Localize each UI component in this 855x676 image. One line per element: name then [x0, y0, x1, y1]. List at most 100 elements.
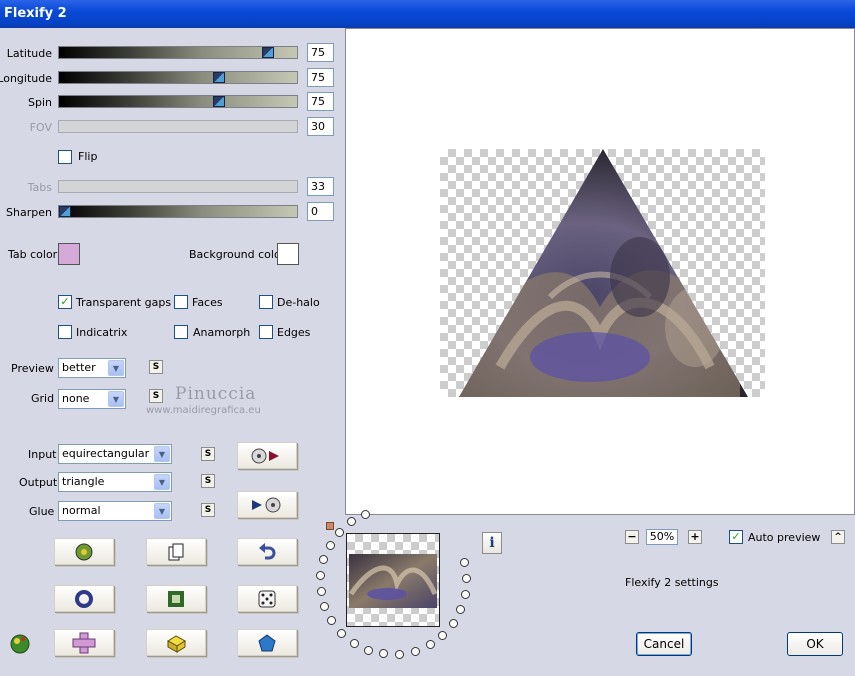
tab-color-swatch[interactable] [58, 243, 80, 265]
zoom-out-button[interactable]: − [625, 530, 639, 544]
preview-quality-select[interactable]: better ▼ [58, 358, 126, 378]
background-color-label: Background color [189, 248, 286, 261]
sharpen-slider[interactable] [58, 205, 298, 218]
navigator-corner-marker[interactable] [326, 522, 334, 530]
arrow-disc-icon [252, 497, 281, 512]
navigator-dot[interactable] [456, 605, 465, 614]
collapse-button[interactable]: ^ [831, 530, 845, 544]
square-button[interactable] [146, 585, 206, 612]
fov-slider [58, 120, 298, 133]
fov-label: FOV [29, 121, 52, 134]
glue-s-button[interactable]: S [201, 503, 215, 517]
navigator-dot[interactable] [411, 647, 420, 656]
latitude-value-field[interactable]: 75 [307, 43, 334, 62]
output-s-button[interactable]: S [201, 474, 215, 488]
navigator-dot[interactable] [438, 631, 447, 640]
input-label: Input [28, 448, 57, 461]
navigator-dot[interactable] [326, 541, 335, 550]
output-select[interactable]: triangle ▼ [58, 472, 172, 492]
square-icon [168, 590, 184, 607]
spin-value-field[interactable]: 75 [307, 92, 334, 111]
output-value: triangle [62, 475, 105, 488]
navigator-dot[interactable] [449, 619, 458, 628]
navigator-dot[interactable] [347, 517, 356, 526]
longitude-slider[interactable] [58, 71, 298, 84]
anamorph-checkbox[interactable] [174, 325, 188, 339]
navigator-dot[interactable] [462, 574, 471, 583]
sharpen-slider-thumb[interactable] [59, 206, 71, 217]
indicatrix-checkbox[interactable] [58, 325, 72, 339]
glue-value: normal [62, 504, 101, 517]
chevron-down-icon: ▼ [154, 503, 170, 519]
chevron-down-icon: ▼ [108, 360, 124, 376]
random-button[interactable] [54, 538, 114, 565]
flip-checkbox[interactable] [58, 150, 72, 164]
spin-slider-thumb[interactable] [213, 96, 225, 107]
tab-color-label: Tab color [8, 248, 58, 261]
ok-button[interactable]: OK [787, 632, 843, 656]
navigator-dot[interactable] [364, 646, 373, 655]
navigator-dot[interactable] [337, 629, 346, 638]
zoom-level[interactable]: 50% [646, 529, 678, 545]
pentagon-icon [258, 633, 276, 651]
cross-button[interactable] [54, 629, 114, 656]
longitude-label: Longitude [0, 72, 52, 85]
de-halo-checkbox[interactable] [259, 295, 273, 309]
load-preset-button[interactable] [237, 442, 297, 469]
navigator-dot[interactable] [319, 555, 328, 564]
navigator-dot[interactable] [320, 602, 329, 611]
grid-s-button[interactable]: S [149, 389, 163, 403]
chevron-down-icon: ▼ [154, 474, 170, 490]
input-value: equirectangular [62, 447, 150, 460]
glue-select[interactable]: normal ▼ [58, 501, 172, 521]
navigator-dot[interactable] [395, 650, 404, 659]
navigator-dot[interactable] [426, 640, 435, 649]
spin-slider[interactable] [58, 95, 298, 108]
grid-value: none [62, 392, 90, 405]
latitude-slider-thumb[interactable] [262, 47, 274, 58]
plugin-logo-icon [8, 632, 32, 657]
navigator-thumbnail[interactable] [346, 533, 440, 627]
dice-button[interactable] [237, 585, 297, 612]
faces-checkbox[interactable] [174, 295, 188, 309]
edges-label: Edges [277, 326, 311, 339]
pentagon-button[interactable] [237, 629, 297, 656]
chevron-down-icon: ▼ [108, 391, 124, 407]
preview-canvas[interactable] [345, 28, 855, 515]
cube-button[interactable] [146, 629, 206, 656]
copy-button[interactable] [146, 538, 206, 565]
navigator-dot[interactable] [350, 639, 359, 648]
input-s-button[interactable]: S [201, 447, 215, 461]
sharpen-value-field[interactable]: 0 [307, 202, 334, 221]
zoom-in-button[interactable]: + [688, 530, 702, 544]
tabs-value-field: 33 [307, 177, 334, 196]
navigator-dot[interactable] [335, 528, 344, 537]
cancel-button[interactable]: Cancel [636, 632, 692, 656]
grid-select[interactable]: none ▼ [58, 389, 126, 409]
navigator-dot[interactable] [460, 558, 469, 567]
edges-checkbox[interactable] [259, 325, 273, 339]
latitude-slider[interactable] [58, 46, 298, 59]
navigator-dot[interactable] [316, 571, 325, 580]
dice-icon [258, 590, 276, 607]
cross-icon [72, 632, 96, 653]
info-button[interactable]: i [482, 532, 502, 554]
navigator-dot[interactable] [361, 510, 370, 519]
preview-s-button[interactable]: S [149, 360, 163, 374]
circle-button[interactable] [54, 585, 114, 612]
output-label: Output [19, 476, 58, 489]
save-preset-button[interactable] [237, 491, 297, 518]
navigator-dot[interactable] [379, 649, 388, 658]
undo-button[interactable] [237, 538, 297, 565]
input-select[interactable]: equirectangular ▼ [58, 444, 172, 464]
thumbnail-image [348, 554, 438, 608]
navigator-dot[interactable] [327, 616, 336, 625]
fov-value-field: 30 [307, 117, 334, 136]
longitude-slider-thumb[interactable] [213, 72, 225, 83]
longitude-value-field[interactable]: 75 [307, 68, 334, 87]
navigator-dot[interactable] [317, 587, 326, 596]
transparent-gaps-checkbox[interactable]: ✓ [58, 295, 72, 309]
auto-preview-checkbox[interactable]: ✓ [729, 530, 743, 544]
background-color-swatch[interactable] [277, 243, 299, 265]
navigator-dot[interactable] [461, 590, 470, 599]
